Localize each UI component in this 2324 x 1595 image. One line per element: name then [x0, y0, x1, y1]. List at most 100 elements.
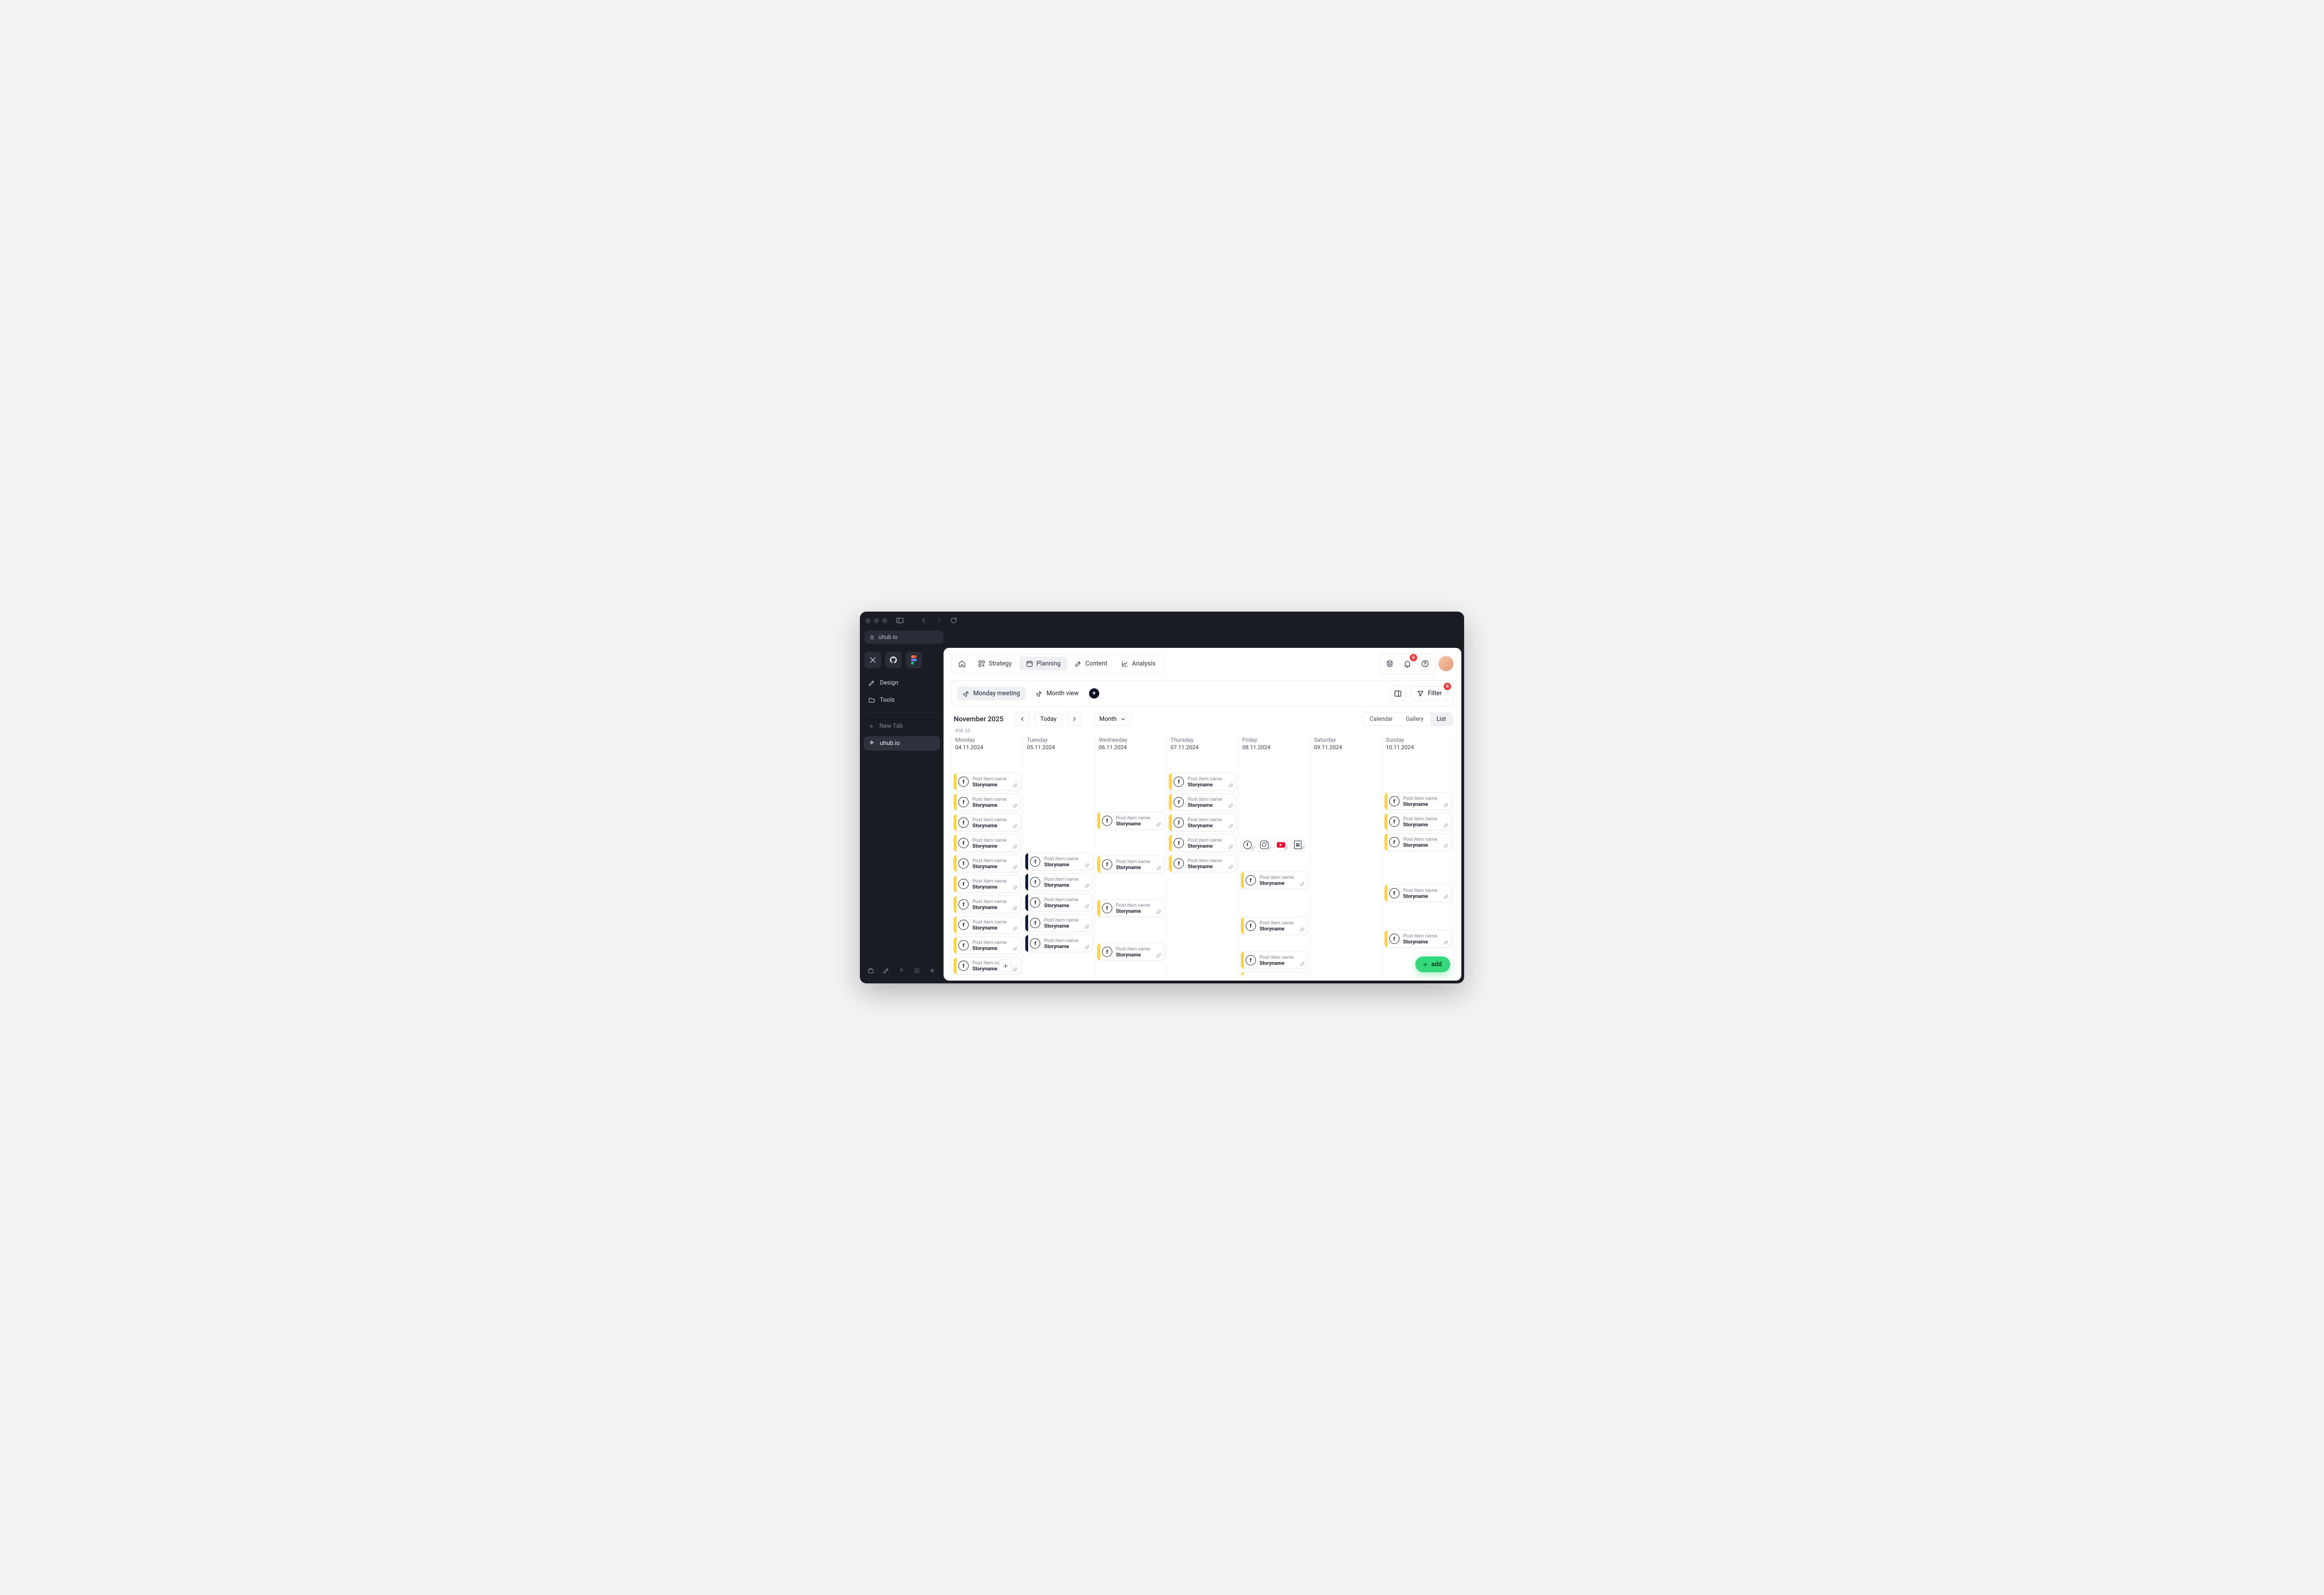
- post-card[interactable]: f Post item name Storyname: [1241, 951, 1308, 969]
- pinned-tab-github[interactable]: [885, 652, 902, 668]
- pin-monday-meeting[interactable]: Monday meeting: [957, 686, 1025, 700]
- day-body[interactable]: f f Post item name Storyname f Post item…: [1239, 754, 1310, 975]
- pinned-tab-figma[interactable]: [905, 652, 922, 668]
- address-bar[interactable]: uhub.io: [865, 631, 944, 644]
- facebook-icon: f: [1244, 972, 1258, 975]
- post-card[interactable]: f Post item name Storyname: [1097, 899, 1164, 917]
- sidebar-active-tab[interactable]: uhub.io: [864, 736, 940, 751]
- post-card[interactable]: f Post item name Storyname: [1241, 972, 1308, 975]
- link-icon: [1082, 935, 1092, 952]
- avatar[interactable]: [1438, 656, 1454, 672]
- post-card[interactable]: f Post item name Storyname: [1097, 856, 1164, 873]
- dock-plus-icon[interactable]: [929, 967, 936, 974]
- granularity-select[interactable]: Month: [1094, 713, 1131, 725]
- post-card[interactable]: f Post item name Storyname: [1384, 813, 1452, 830]
- nav-content[interactable]: Content: [1068, 657, 1114, 671]
- nav-analysis[interactable]: Analysis: [1115, 657, 1162, 671]
- post-card[interactable]: f Post item name Storyname: [1025, 873, 1092, 891]
- day-body[interactable]: f Post item name Storyname f Post item n…: [1167, 754, 1238, 975]
- post-card[interactable]: f Post item name Storyname: [1025, 914, 1092, 932]
- post-card[interactable]: f Post item name Storyname: [953, 916, 1021, 934]
- nav-back-icon[interactable]: [919, 615, 929, 626]
- card-title: Post item name: [1188, 837, 1223, 843]
- post-card[interactable]: f Post item name Storyname: [1384, 833, 1452, 851]
- post-card[interactable]: f Post item name Storyname: [953, 855, 1021, 872]
- dock-icon[interactable]: [898, 967, 905, 974]
- post-card[interactable]: f Post item name Storyname: [1384, 792, 1452, 810]
- post-card[interactable]: f Post item name Storyname: [953, 834, 1021, 852]
- pin-icon: [963, 690, 970, 697]
- post-card[interactable]: f Post item name Storyname: [1384, 930, 1452, 948]
- mini-youtube[interactable]: [1274, 838, 1288, 852]
- help-button[interactable]: [1417, 656, 1433, 672]
- prev-button[interactable]: [1016, 712, 1030, 726]
- notifications-button[interactable]: 6: [1400, 656, 1415, 672]
- post-card[interactable]: f Post item name Storyname: [953, 875, 1021, 893]
- post-card[interactable]: f Post item name Storyname: [1169, 793, 1236, 811]
- post-card[interactable]: f Post item name Storyname: [1169, 855, 1236, 872]
- week-number: KW 35: [944, 728, 1461, 737]
- pin-month-view[interactable]: Month view: [1030, 686, 1084, 700]
- next-button[interactable]: [1067, 712, 1081, 726]
- card-title: Post item name: [1116, 858, 1152, 864]
- dock-icon[interactable]: [913, 967, 920, 974]
- chevron-left-icon: [1019, 716, 1026, 722]
- nav-strategy[interactable]: Strategy: [971, 657, 1018, 671]
- column-add-button[interactable]: [999, 959, 1012, 972]
- post-card[interactable]: f Post item name Storyname: [1025, 935, 1092, 952]
- nav-planning[interactable]: Planning: [1019, 657, 1067, 671]
- post-card[interactable]: f Post item name Storyname: [1169, 773, 1236, 791]
- day-column: Thursday 07.11.2024 f Post item name Sto…: [1167, 737, 1238, 975]
- stack-button[interactable]: [1382, 656, 1398, 672]
- post-card[interactable]: f Post item name Storyname: [953, 793, 1021, 811]
- post-card[interactable]: f Post item name Storyname: [1025, 853, 1092, 870]
- card-title: Post item name: [972, 796, 1008, 802]
- day-body[interactable]: f Post item name Storyname f Post item n…: [1382, 754, 1453, 975]
- post-card[interactable]: f Post item name Storyname: [1097, 812, 1164, 830]
- card-title: Post item name: [1044, 876, 1080, 882]
- post-card[interactable]: f Post item name Storyname: [1241, 871, 1308, 889]
- traffic-lights[interactable]: [865, 618, 887, 623]
- sidebar-new-tab[interactable]: New Tab: [864, 719, 940, 733]
- mini-facebook[interactable]: f: [1241, 838, 1254, 852]
- nav-reload-icon[interactable]: [949, 615, 959, 626]
- post-card[interactable]: f Post item name Storyname: [953, 773, 1021, 791]
- pinned-tab-x[interactable]: [865, 652, 881, 668]
- dock-icon[interactable]: [867, 967, 874, 974]
- add-pin-button[interactable]: +: [1089, 688, 1099, 699]
- post-card[interactable]: f Post item name Storyname: [1384, 884, 1452, 902]
- card-title: Post item name: [1260, 874, 1295, 880]
- link-icon: [1297, 872, 1307, 889]
- view-gallery[interactable]: Gallery: [1399, 713, 1430, 725]
- post-card[interactable]: f Post item name Storyname: [1097, 943, 1164, 961]
- post-card[interactable]: f Post item name Storyname: [1169, 834, 1236, 852]
- day-header: Monday 04.11.2024: [951, 737, 1023, 754]
- post-card[interactable]: f Post item name Storyname: [953, 814, 1021, 831]
- mini-doc[interactable]: [1291, 838, 1305, 852]
- post-card[interactable]: f Post item name Storyname: [953, 936, 1021, 954]
- mini-instagram[interactable]: [1257, 838, 1271, 852]
- panel-toggle-button[interactable]: [1390, 685, 1406, 701]
- sidebar-item-tools[interactable]: Tools: [864, 693, 940, 707]
- post-card[interactable]: f Post item name Storyname: [953, 896, 1021, 913]
- sidebar-toggle-icon[interactable]: [895, 615, 905, 626]
- day-body[interactable]: [1310, 754, 1381, 975]
- post-card[interactable]: f Post item name Storyname: [1169, 814, 1236, 831]
- post-card[interactable]: f Post item name Storyname: [1025, 894, 1092, 911]
- day-body[interactable]: f Post item name Storyname f Post item n…: [1023, 754, 1094, 975]
- view-calendar[interactable]: Calendar: [1363, 713, 1400, 725]
- today-button[interactable]: Today: [1034, 713, 1063, 725]
- post-card[interactable]: f Post item name Storyname: [1241, 917, 1308, 935]
- card-title: Post item name: [1403, 836, 1439, 842]
- dock-icon[interactable]: [883, 967, 890, 974]
- card-title: Post item name: [1403, 795, 1439, 801]
- add-fab[interactable]: add: [1415, 956, 1450, 972]
- day-body[interactable]: f Post item name Storyname f Post item n…: [951, 754, 1023, 975]
- sidebar-item-design[interactable]: Design: [864, 676, 940, 690]
- day-body[interactable]: f Post item name Storyname f Post item n…: [1095, 754, 1166, 975]
- facebook-icon: f: [1172, 794, 1186, 811]
- day-name: Tuesday: [1027, 737, 1090, 743]
- nav-home[interactable]: [953, 657, 971, 671]
- view-list[interactable]: List: [1430, 713, 1452, 725]
- filter-button[interactable]: Filter 6: [1411, 686, 1448, 701]
